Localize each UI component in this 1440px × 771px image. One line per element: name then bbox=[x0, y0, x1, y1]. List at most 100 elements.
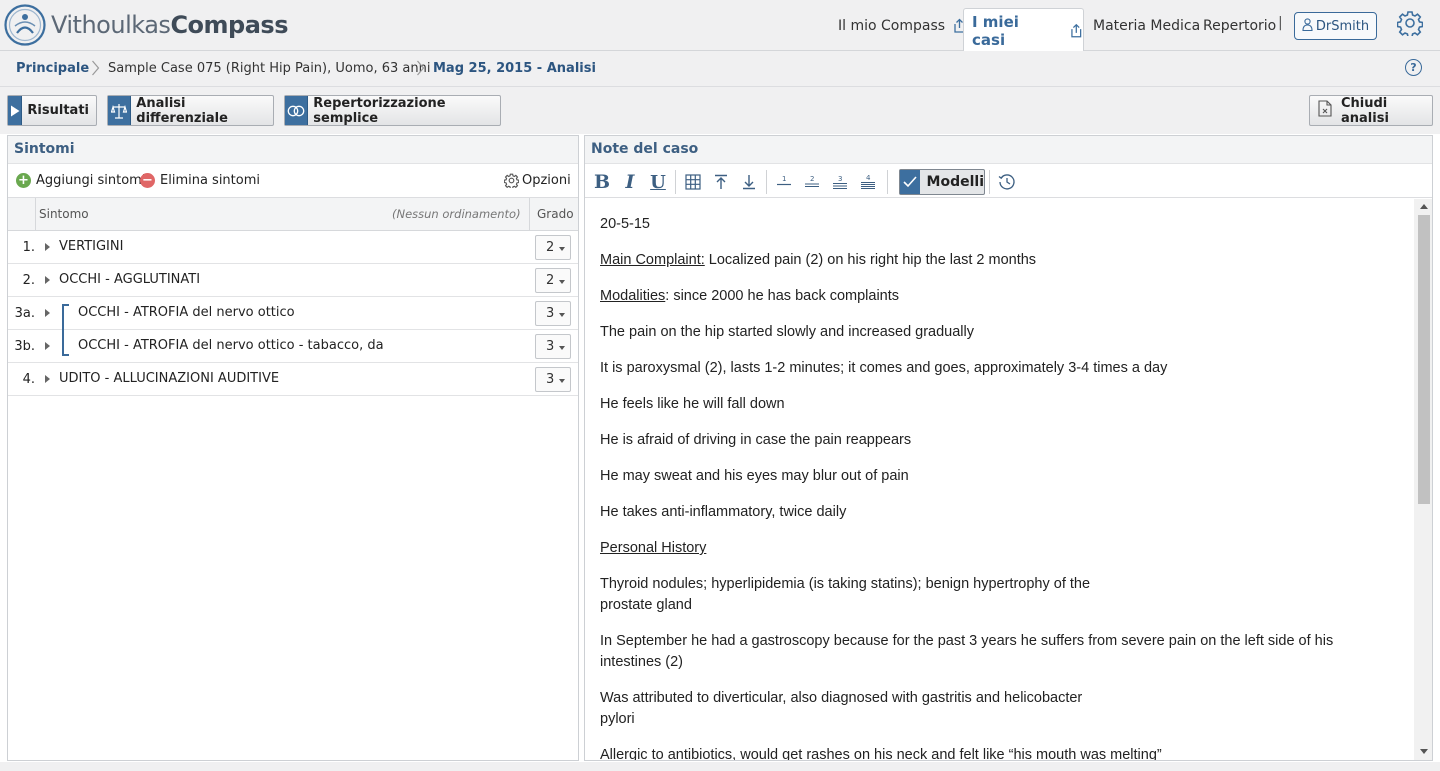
expand-arrow-icon[interactable] bbox=[45, 309, 50, 317]
main-complaint-text: Localized pain (2) on his right hip the … bbox=[704, 252, 1037, 268]
heading-1-icon[interactable]: 1 bbox=[773, 171, 795, 193]
grade-select[interactable]: 3 bbox=[535, 301, 571, 326]
note-line: In September he had a gastroscopy becaus… bbox=[600, 631, 1414, 673]
gear-icon[interactable] bbox=[1397, 10, 1423, 36]
symptoms-title: Sintomi bbox=[8, 136, 578, 164]
note-line: Modalities: since 2000 he has back compl… bbox=[600, 286, 1414, 307]
table-row[interactable]: 3a. OCCHI - ATROFIA del nervo ottico 3 bbox=[8, 297, 578, 330]
symptom-name: OCCHI - ATROFIA del nervo ottico bbox=[78, 305, 295, 320]
action-bar: Risultati Analisi differenziale Repertor… bbox=[0, 87, 1440, 134]
breadcrumb-current: Mag 25, 2015 - Analisi bbox=[433, 61, 596, 76]
simple-repertorization-label: Repertorizzazione semplice bbox=[313, 95, 446, 126]
scroll-up-icon[interactable] bbox=[1420, 204, 1428, 209]
column-grade[interactable]: Grado bbox=[537, 207, 574, 221]
note-text: prostate gland bbox=[600, 597, 692, 613]
group-bracket bbox=[62, 304, 69, 330]
breadcrumb-home[interactable]: Principale bbox=[16, 61, 89, 76]
chevron-right-icon bbox=[92, 60, 100, 76]
templates-button[interactable]: Modelli bbox=[899, 169, 985, 195]
grade-select[interactable]: 3 bbox=[535, 334, 571, 359]
row-number: 1. bbox=[22, 240, 35, 255]
heading-4-icon[interactable]: 4 bbox=[857, 171, 879, 193]
bold-icon[interactable]: B bbox=[591, 171, 613, 193]
top-bar: VithoulkasCompass Il mio Compass I miei … bbox=[0, 0, 1440, 52]
expand-arrow-icon[interactable] bbox=[45, 375, 50, 383]
symptom-name: OCCHI - ATROFIA del nervo ottico - tabac… bbox=[78, 338, 384, 353]
nav-repertorio-label: Repertorio bbox=[1203, 17, 1277, 34]
close-analysis-button[interactable]: Chiudi analisi bbox=[1309, 95, 1433, 126]
tab-i-miei-casi[interactable]: I miei casi bbox=[963, 8, 1084, 52]
differential-analysis-button[interactable]: Analisi differenziale bbox=[107, 95, 274, 126]
toolbar-divider bbox=[989, 170, 990, 194]
table-row[interactable]: 2. OCCHI - AGGLUTINATI 2 bbox=[8, 264, 578, 297]
tab-i-miei-casi-label: I miei casi bbox=[972, 12, 1019, 49]
delete-symptoms-label: Elimina sintomi bbox=[160, 173, 261, 188]
note-line: It is paroxysmal (2), lasts 1-2 minutes;… bbox=[600, 360, 1168, 376]
table-row[interactable]: 3b. OCCHI - ATROFIA del nervo ottico - t… bbox=[8, 330, 578, 363]
grade-select[interactable]: 3 bbox=[535, 367, 571, 392]
nav-repertorio[interactable]: Repertorio bbox=[1203, 0, 1276, 51]
nav-materia-medica[interactable]: Materia Medica bbox=[1093, 0, 1200, 51]
templates-label: Modelli bbox=[926, 174, 984, 190]
simple-repertorization-button[interactable]: Repertorizzazione semplice bbox=[284, 95, 501, 126]
modalities-text: : since 2000 he has back complaints bbox=[665, 288, 900, 304]
heading-3-icon[interactable]: 3 bbox=[829, 171, 851, 193]
note-line: He is afraid of driving in case the pain… bbox=[600, 432, 912, 448]
heading-2-icon[interactable]: 2 bbox=[801, 171, 823, 193]
options-label: Opzioni bbox=[522, 173, 571, 188]
case-notes-title: Note del caso bbox=[585, 136, 1432, 164]
note-line: He feels like he will fall down bbox=[600, 396, 785, 412]
note-line: Main Complaint: Localized pain (2) on hi… bbox=[600, 250, 1414, 271]
chevron-down-icon bbox=[559, 346, 565, 350]
italic-icon[interactable]: I bbox=[619, 171, 641, 193]
note-text: pylori bbox=[600, 711, 635, 727]
expand-arrow-icon[interactable] bbox=[45, 342, 50, 350]
chevron-down-icon bbox=[559, 280, 565, 284]
grade-value: 2 bbox=[546, 240, 555, 255]
options-button[interactable]: Opzioni bbox=[504, 173, 571, 188]
move-top-icon[interactable] bbox=[710, 171, 732, 193]
breadcrumb: Principale Sample Case 075 (Right Hip Pa… bbox=[0, 51, 1440, 87]
nav-il-mio-compass-label: Il mio Compass bbox=[838, 17, 946, 34]
results-button[interactable]: Risultati bbox=[7, 95, 97, 126]
note-text: Was attributed to diverticular, also dia… bbox=[600, 690, 1083, 706]
nav-il-mio-compass[interactable]: Il mio Compass bbox=[838, 0, 966, 51]
symptoms-table-header: Sintomo (Nessun ordinamento) Grado bbox=[8, 198, 578, 231]
personal-history-label: Personal History bbox=[600, 540, 707, 556]
scrollbar-thumb[interactable] bbox=[1418, 215, 1430, 504]
column-divider bbox=[529, 198, 530, 231]
table-icon[interactable] bbox=[682, 171, 704, 193]
underline-icon[interactable]: U bbox=[647, 171, 669, 193]
table-row[interactable]: 1. VERTIGINI 2 bbox=[8, 231, 578, 264]
breadcrumb-case[interactable]: Sample Case 075 (Right Hip Pain), Uomo, … bbox=[108, 61, 430, 76]
close-analysis-label: Chiudi analisi bbox=[1341, 95, 1389, 126]
results-button-label: Risultati bbox=[27, 103, 89, 118]
grade-select[interactable]: 2 bbox=[535, 235, 571, 260]
note-line: Was attributed to diverticular, also dia… bbox=[600, 688, 1414, 730]
history-icon[interactable] bbox=[996, 171, 1018, 193]
notes-scrollbar[interactable] bbox=[1414, 199, 1432, 760]
remove-icon: − bbox=[140, 173, 155, 188]
symptoms-panel: Sintomi + Aggiungi sintomi − Elimina sin… bbox=[7, 135, 579, 761]
nav-separator: | bbox=[1278, 15, 1283, 31]
grade-select[interactable]: 2 bbox=[535, 268, 571, 293]
help-icon[interactable]: ? bbox=[1405, 59, 1422, 76]
add-symptoms-button[interactable]: + Aggiungi sintomi bbox=[16, 173, 145, 188]
delete-symptoms-button[interactable]: − Elimina sintomi bbox=[140, 173, 260, 188]
scroll-down-icon[interactable] bbox=[1420, 749, 1428, 754]
column-sort-status: (Nessun ordinamento) bbox=[392, 207, 521, 221]
brand-logo[interactable]: VithoulkasCompass bbox=[4, 4, 288, 46]
symptom-name: VERTIGINI bbox=[59, 239, 124, 254]
bottom-bar bbox=[0, 762, 1440, 771]
add-symptoms-label: Aggiungi sintomi bbox=[36, 173, 146, 188]
brand-name: VithoulkasCompass bbox=[51, 11, 288, 39]
expand-arrow-icon[interactable] bbox=[45, 276, 50, 284]
column-symptom[interactable]: Sintomo bbox=[39, 207, 89, 221]
note-text: intestines (2) bbox=[600, 654, 684, 670]
note-line: 20-5-15 bbox=[600, 216, 650, 232]
table-row[interactable]: 4. UDITO - ALLUCINAZIONI AUDITIVE 3 bbox=[8, 363, 578, 396]
move-bottom-icon[interactable] bbox=[738, 171, 760, 193]
user-button[interactable]: DrSmith bbox=[1294, 12, 1377, 40]
expand-arrow-icon[interactable] bbox=[45, 243, 50, 251]
case-notes-editor[interactable]: 20-5-15 Main Complaint: Localized pain (… bbox=[585, 199, 1414, 760]
